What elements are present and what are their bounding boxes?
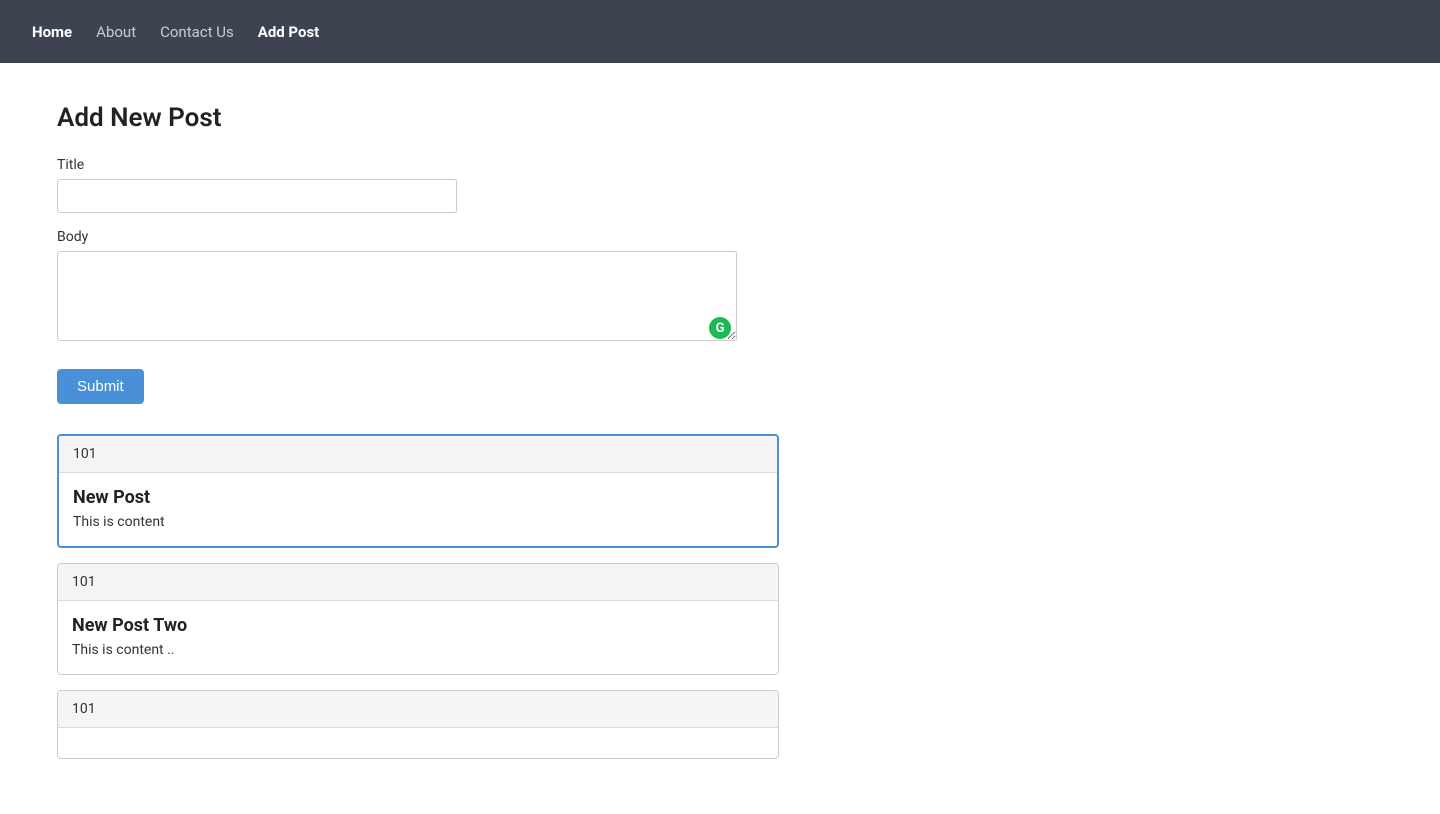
title-label: Title [57,157,843,173]
submit-button[interactable]: Submit [57,369,144,404]
post-card-body: New Post This is content [59,473,777,546]
nav-add-post[interactable]: Add Post [246,23,332,41]
title-input[interactable] [57,179,457,213]
post-card-content: This is content [73,514,763,530]
post-card: 101 New Post Two This is content .. [57,563,779,675]
main-content: Add New Post Title Body G Submit 101New … [0,63,900,814]
nav-home[interactable]: Home [20,23,84,41]
post-card-body [58,728,778,758]
body-group: Body G [57,229,843,345]
body-input[interactable] [57,251,737,341]
posts-container: 101New PostThis is content101New Post Tw… [57,434,843,774]
post-card-title: New Post [73,487,763,508]
post-card-body: New Post Two This is content .. [58,601,778,674]
post-card-id: 101 [58,691,778,728]
post-card-title: New Post Two [72,615,764,636]
post-card-content: This is content .. [72,642,764,658]
post-card: 101 [57,690,779,759]
nav-contact[interactable]: Contact Us [148,23,246,41]
navbar: Home About Contact Us Add Post [0,0,1440,63]
title-group: Title [57,157,843,213]
post-card: 101 New Post This is content [57,434,779,548]
nav-about[interactable]: About [84,23,148,41]
page-title: Add New Post [57,103,843,133]
post-card-id: 101 [59,436,777,473]
post-card-id: 101 [58,564,778,601]
body-label: Body [57,229,843,245]
textarea-wrapper: G [57,251,737,345]
